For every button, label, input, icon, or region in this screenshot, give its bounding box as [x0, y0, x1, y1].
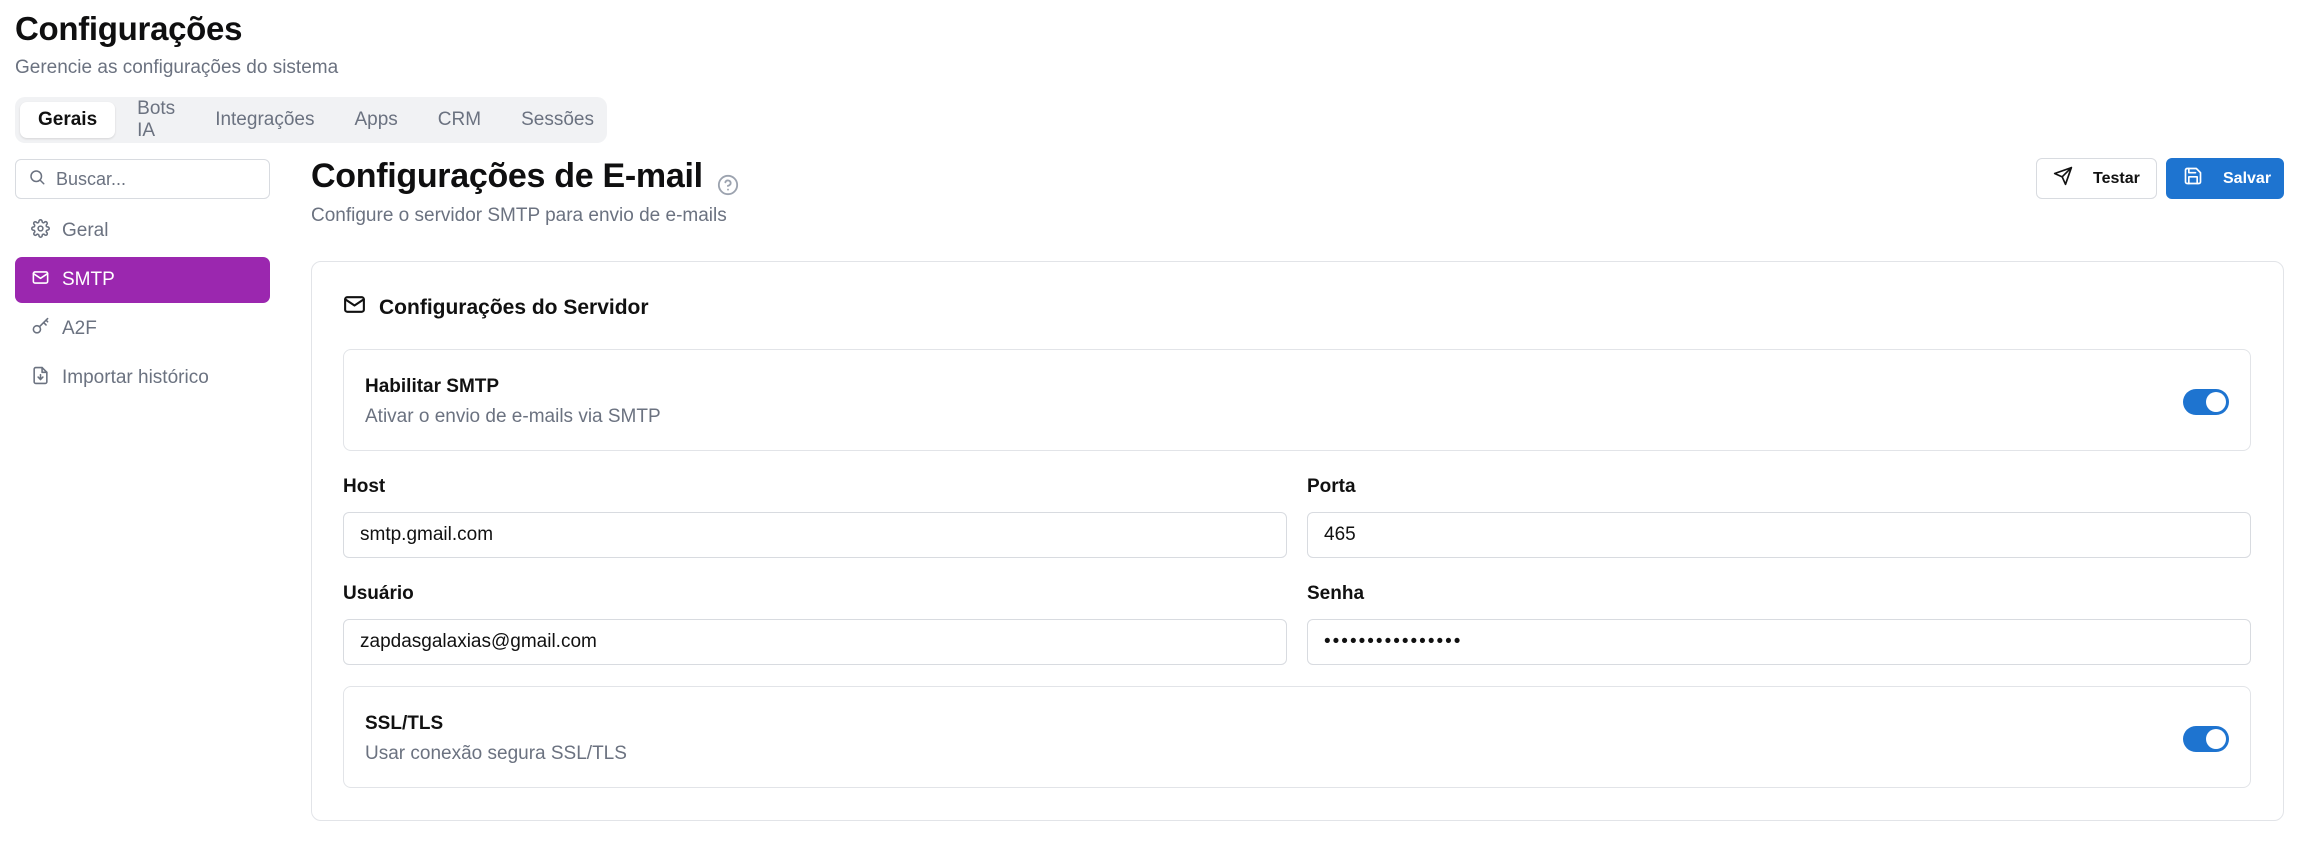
smtp-enable-description: Ativar o envio de e-mails via SMTP [365, 406, 661, 427]
tab-crm[interactable]: CRM [420, 102, 499, 138]
sidebar-item-a2f[interactable]: A2F [15, 306, 270, 352]
send-icon [2053, 166, 2093, 191]
password-input[interactable] [1324, 631, 2250, 653]
gear-icon [31, 218, 62, 244]
sidebar-item-label: A2F [62, 318, 97, 339]
tab-integracoes[interactable]: Integrações [197, 102, 332, 138]
smtp-enable-toggle[interactable] [2183, 389, 2229, 415]
password-field [1307, 619, 2251, 665]
settings-page: Configurações Gerencie as configurações … [0, 0, 2304, 859]
port-input[interactable] [1324, 524, 2250, 546]
ssl-tls-label: SSL/TLS [365, 713, 444, 734]
search-input[interactable] [56, 168, 256, 190]
page-subtitle: Gerencie as configurações do sistema [15, 57, 339, 78]
sidebar-item-label: Geral [62, 220, 109, 241]
sidebar-item-smtp[interactable]: SMTP [15, 257, 270, 303]
test-button[interactable]: Testar [2036, 158, 2157, 199]
mail-icon [31, 268, 62, 293]
test-button-label: Testar [2093, 169, 2140, 187]
ssl-tls-description: Usar conexão segura SSL/TLS [365, 743, 627, 764]
sidebar-item-label: SMTP [62, 269, 115, 290]
tab-bots-ia[interactable]: Bots IA [119, 98, 193, 141]
section-header: Configurações de E-mail [311, 157, 739, 196]
port-label: Porta [1307, 476, 1356, 497]
section-title: Configurações de E-mail [311, 157, 703, 195]
user-input[interactable] [360, 631, 1286, 653]
tab-bar: Gerais Bots IA Integrações Apps CRM Sess… [15, 97, 607, 143]
section-subtitle: Configure o servidor SMTP para envio de … [311, 205, 727, 226]
sidebar-search [15, 159, 270, 199]
tab-apps[interactable]: Apps [336, 102, 415, 138]
help-circle-icon[interactable] [717, 166, 739, 195]
mail-icon [342, 292, 379, 323]
card-header: Configurações do Servidor [342, 292, 649, 323]
smtp-enable-label: Habilitar SMTP [365, 376, 500, 397]
port-field [1307, 512, 2251, 558]
search-icon [28, 168, 46, 191]
tab-sessoes[interactable]: Sessões [503, 102, 612, 138]
file-import-icon [31, 366, 62, 391]
password-label: Senha [1307, 583, 1365, 604]
ssl-tls-option: SSL/TLS Usar conexão segura SSL/TLS [343, 686, 2251, 788]
host-input[interactable] [360, 524, 1286, 546]
page-title: Configurações [15, 10, 243, 47]
key-icon [31, 317, 62, 342]
save-button-label: Salvar [2223, 169, 2272, 187]
sidebar-item-importar-historico[interactable]: Importar histórico [15, 355, 270, 401]
save-icon [2183, 166, 2223, 191]
host-field [343, 512, 1287, 558]
tab-gerais[interactable]: Gerais [20, 102, 116, 138]
sidebar-item-geral[interactable]: Geral [15, 208, 270, 254]
host-label: Host [343, 476, 386, 497]
ssl-tls-toggle[interactable] [2183, 726, 2229, 752]
user-label: Usuário [343, 583, 414, 604]
card-title: Configurações do Servidor [379, 295, 649, 319]
save-button[interactable]: Salvar [2166, 158, 2284, 199]
sidebar-item-label: Importar histórico [62, 367, 209, 388]
smtp-enable-option: Habilitar SMTP Ativar o envio de e-mails… [343, 349, 2251, 451]
user-field [343, 619, 1287, 665]
